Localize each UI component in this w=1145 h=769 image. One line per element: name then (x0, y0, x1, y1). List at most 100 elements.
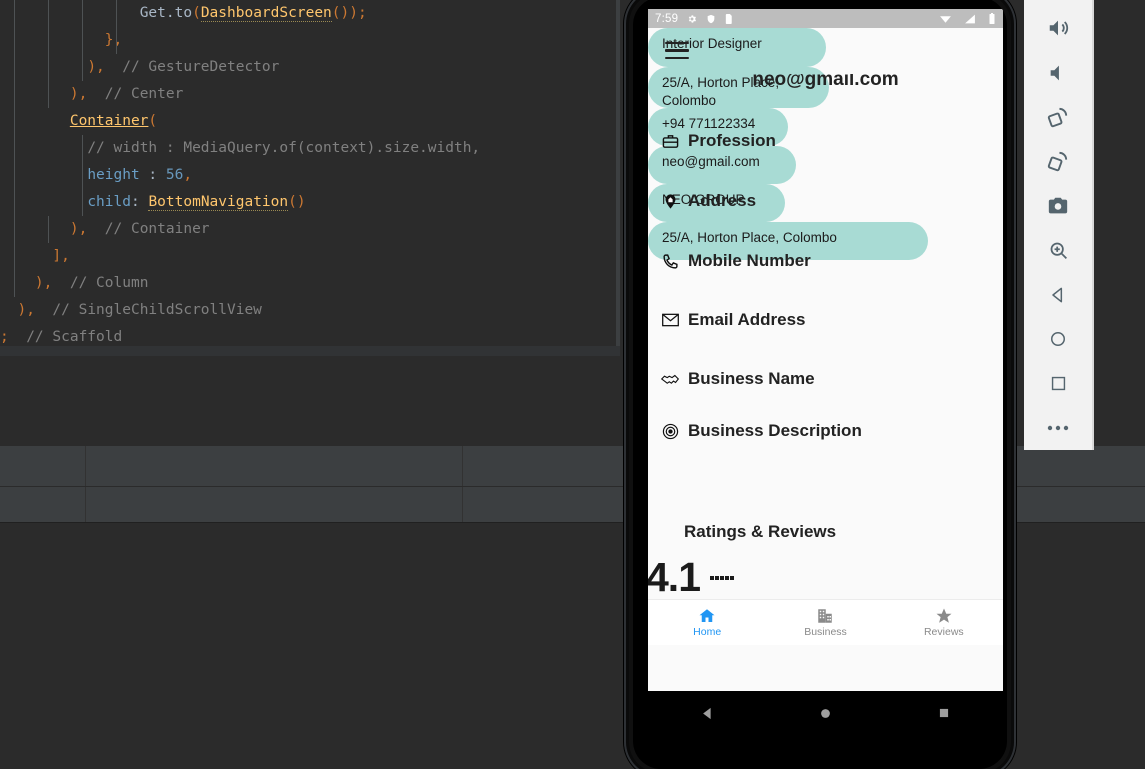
code-token: Get (139, 5, 166, 21)
field-row-business-name: Business Name (648, 369, 1003, 389)
rotate-right-button[interactable] (1024, 139, 1092, 183)
shield-icon (706, 14, 716, 24)
code-token: Container (69, 113, 149, 129)
code-token: : (130, 194, 149, 210)
gear-icon (687, 14, 697, 24)
code-token: ) (87, 59, 97, 75)
emulator-screenshot-root: Get.to(DashboardScreen()); }, ), // Gest… (0, 0, 1145, 769)
code-editor[interactable]: Get.to(DashboardScreen()); }, ), // Gest… (0, 0, 620, 346)
indent-guide (48, 54, 49, 81)
nav-item-business[interactable]: Business (766, 600, 884, 645)
editor-right-edge (616, 0, 620, 346)
more-button[interactable] (1024, 406, 1092, 450)
overview-button[interactable] (1024, 361, 1092, 405)
phone-icon (658, 253, 682, 270)
indent-guide (48, 81, 49, 108)
rotate-left-button[interactable] (1024, 95, 1092, 139)
indent-guide (82, 189, 83, 216)
code-line: Container( (0, 108, 620, 135)
code-token: ) (69, 221, 79, 237)
indent-guide (14, 27, 15, 54)
nav-item-home[interactable]: Home (648, 600, 766, 645)
emulator-toolbar (1024, 0, 1092, 450)
code-token: , (113, 32, 123, 48)
volume-up-button[interactable] (1024, 6, 1092, 50)
target-icon (658, 423, 682, 440)
field-row-email: Email Address (648, 310, 1003, 330)
panel-column-divider (85, 446, 86, 486)
code-token: ( (288, 194, 297, 210)
app-content: neo@gmail.com Profession Interior Design… (648, 28, 1003, 645)
code-line: ), // SingleChildScrollView (0, 297, 620, 324)
emulator-device-frame: 7:59 neo@gmail.com Profession Interior D… (624, 0, 1016, 769)
nav-item-reviews[interactable]: Reviews (885, 600, 1003, 645)
code-token: ) (296, 194, 306, 210)
code-line: }, (0, 27, 620, 54)
nav-label: Home (693, 626, 722, 638)
indent-guide (14, 243, 15, 270)
code-token: ( (192, 5, 201, 21)
code-token: BottomNavigation (148, 194, 289, 211)
indent-guide (82, 54, 83, 81)
code-token: ( (148, 113, 158, 129)
profile-email-header: neo@gmail.com (752, 74, 899, 90)
toolbar-edge (1092, 0, 1094, 450)
code-token: to (174, 5, 193, 21)
panel-column-divider (462, 487, 463, 522)
ratings-section-title: Ratings & Reviews (684, 522, 837, 541)
recents-square-icon[interactable] (937, 706, 951, 720)
field-label: Email Address (688, 310, 806, 329)
home-button[interactable] (1024, 317, 1092, 361)
code-token: } (104, 32, 114, 48)
code-line: Get.to(DashboardScreen()); (0, 0, 620, 27)
zoom-button[interactable] (1024, 228, 1092, 272)
back-triangle-icon[interactable] (700, 706, 715, 721)
field-label: Business Description (688, 421, 862, 440)
rating-block: 4.1 (648, 555, 734, 599)
indent-guide (14, 162, 15, 189)
bottom-navigation-bar: Home Business Reviews (648, 599, 1003, 645)
code-line: // width : MediaQuery.of(context).size.w… (0, 135, 620, 162)
indent-guide (14, 216, 15, 243)
code-token: ) (34, 275, 44, 291)
indent-guide (82, 162, 83, 189)
android-system-nav-bar (648, 691, 1003, 735)
field-row-business-description: Business Description (648, 421, 1003, 441)
indent-guide (14, 0, 15, 27)
code-token: ( (331, 5, 341, 21)
editor-right-edge-inner (614, 0, 616, 346)
code-line: ), // Container (0, 216, 620, 243)
back-button[interactable] (1024, 272, 1092, 316)
field-label: Profession (688, 131, 776, 150)
device-bezel: 7:59 neo@gmail.com Profession Interior D… (633, 0, 1007, 769)
code-line: ), // Center (0, 81, 620, 108)
code-token: : (148, 167, 166, 183)
panel-column-divider (85, 487, 86, 522)
hamburger-menu-icon[interactable] (665, 42, 689, 62)
android-status-bar: 7:59 (648, 9, 1003, 28)
code-token: , (78, 221, 88, 237)
code-token: ; (357, 5, 367, 21)
screenshot-button[interactable] (1024, 184, 1092, 228)
home-circle-icon[interactable] (818, 706, 833, 721)
volume-down-button[interactable] (1024, 50, 1092, 94)
handshake-icon (658, 372, 682, 386)
code-token: , (78, 86, 88, 102)
code-token: , (183, 167, 193, 183)
code-line: ], (0, 243, 620, 270)
indent-guide (82, 0, 83, 27)
field-value-email[interactable]: neo@gmail.com (648, 146, 796, 184)
code-token: // Center (87, 86, 184, 102)
code-token: ; (0, 329, 9, 345)
indent-guide (14, 135, 15, 162)
ide-tool-panel (0, 356, 620, 446)
code-token: child (87, 194, 131, 210)
indent-guide (48, 27, 49, 54)
code-token: // SingleChildScrollView (34, 302, 262, 318)
battery-icon (988, 13, 996, 24)
